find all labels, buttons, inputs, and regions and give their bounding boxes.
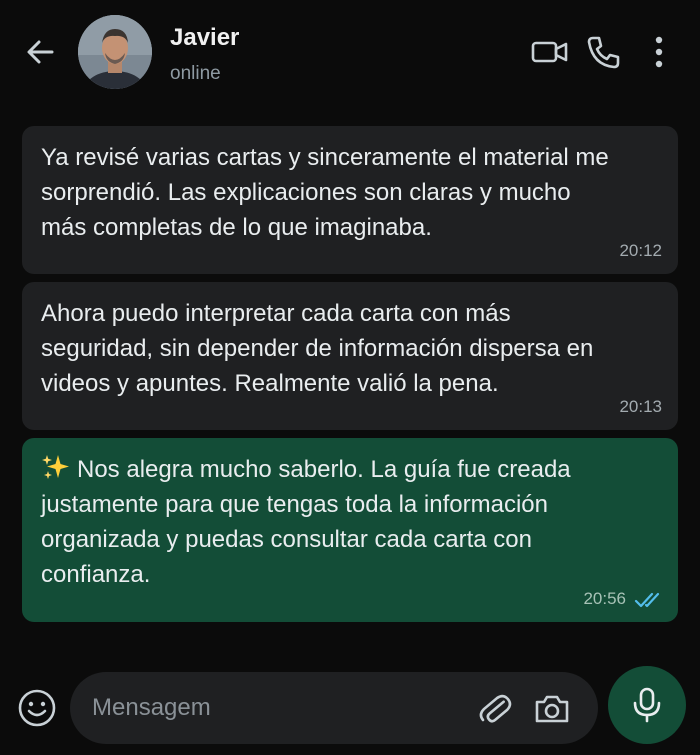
contact-name[interactable]: Javier xyxy=(170,24,239,52)
attach-icon[interactable] xyxy=(476,690,514,728)
message-time: 20:13 xyxy=(619,397,662,416)
more-options-icon[interactable] xyxy=(642,33,676,71)
message-bubble-outgoing[interactable]: Nos alegra mucho saberlo. La guía fue cr… xyxy=(22,438,678,622)
message-time: 20:12 xyxy=(619,241,662,260)
contact-avatar[interactable] xyxy=(78,15,152,89)
message-list: Ya revisé varias cartas y sinceramente e… xyxy=(0,104,700,659)
message-time: 20:56 xyxy=(583,589,626,608)
video-call-icon[interactable] xyxy=(530,33,570,71)
read-receipt-icon xyxy=(634,592,660,608)
avatar-photo xyxy=(78,15,152,89)
camera-icon[interactable] xyxy=(532,690,572,728)
message-bubble-incoming[interactable]: Ya revisé varias cartas y sinceramente e… xyxy=(22,126,678,274)
back-arrow-icon[interactable] xyxy=(22,34,58,70)
microphone-icon xyxy=(633,687,661,723)
message-bubble-incoming[interactable]: Ahora puedo interpretar cada carta con m… xyxy=(22,282,678,430)
voice-message-button[interactable] xyxy=(608,666,686,744)
message-input-box xyxy=(70,672,598,744)
message-text: Ya revisé varias cartas y sinceramente e… xyxy=(41,144,609,241)
chat-header: Javier online xyxy=(0,0,700,104)
emoji-icon[interactable] xyxy=(16,687,58,729)
sparkles-icon xyxy=(42,455,69,479)
message-text: Nos alegra mucho saberlo. La guía fue cr… xyxy=(41,452,659,592)
message-text: Ahora puedo interpretar cada carta con m… xyxy=(41,300,594,397)
message-composer xyxy=(0,660,700,755)
message-input[interactable] xyxy=(92,690,462,726)
message-body: Nos alegra mucho saberlo. La guía fue cr… xyxy=(41,456,571,588)
contact-status: online xyxy=(170,63,221,84)
chat-app: Javier online Ya revisé varias cartas y … xyxy=(0,0,700,755)
voice-call-icon[interactable] xyxy=(584,33,624,71)
